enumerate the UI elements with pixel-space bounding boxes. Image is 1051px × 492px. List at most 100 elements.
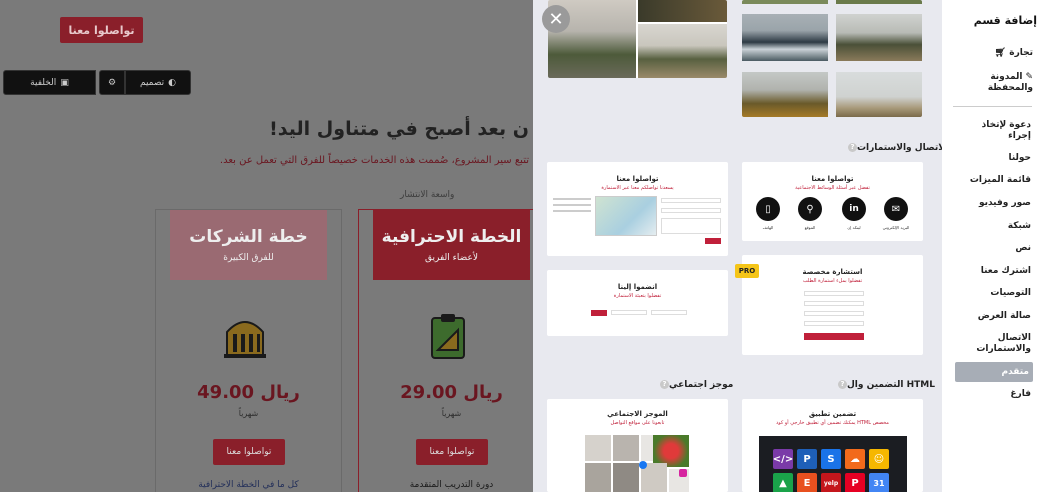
sidebar-item-contact-forms[interactable]: الاتصال والاستمارات (961, 333, 1031, 355)
sidebar-item-grid[interactable]: شبكة (1008, 221, 1031, 232)
facebook-icon (639, 461, 647, 469)
form-field (804, 301, 864, 306)
sidebar-item-blog[interactable]: ✎ المدونة والمحفظة (963, 72, 1033, 94)
sidebar-item-label: حولنا (1008, 153, 1031, 163)
app-icon: ▲ (773, 473, 793, 492)
gallery-thumb-right[interactable] (742, 0, 922, 117)
sea-photo (742, 14, 828, 61)
gallery-thumb-left[interactable] (548, 0, 727, 78)
avatar-app-icon: ☺ (869, 449, 889, 469)
design-icon: ◐ (168, 77, 177, 88)
close-button[interactable]: ✕ (542, 5, 570, 33)
cactus-photo (836, 72, 922, 117)
form-field (661, 198, 721, 203)
design-label: تصميم (139, 77, 165, 88)
landscape-photo (638, 24, 727, 78)
embed-app-card[interactable]: تضمين تطبيق يمكنك تضمين أي تطبيق خارجي أ… (742, 399, 923, 492)
settings-gear-button[interactable]: ⚙ (99, 70, 125, 95)
calendar-icon: 31 (869, 473, 889, 492)
design-button[interactable]: تصميم ◐ (125, 70, 191, 95)
feed-photo (613, 463, 639, 492)
etsy-icon: E (797, 473, 817, 492)
card-subtitle: يمكنك تضمين أي تطبيق خارجي أو كود HTML م… (776, 420, 889, 426)
sidebar-item-cta[interactable]: دعوة لإتخاذ إجراء (961, 120, 1031, 142)
feed-photo (585, 463, 611, 492)
yelp-icon: yelp (821, 473, 841, 492)
feed-photo (585, 435, 611, 461)
bg-contact-button: تواصلوا معنا (60, 17, 143, 43)
help-icon[interactable]: ? (660, 380, 669, 389)
forest-photo (742, 72, 828, 117)
submit-mini (705, 238, 721, 244)
sidebar-item-features[interactable]: قائمة الميزات (970, 175, 1031, 186)
plan-extra: دورة التدريب المتقدمة (409, 480, 494, 490)
sidebar-item-gallery[interactable]: صالة العرض (978, 311, 1031, 322)
icon-label: البريد الإلكتروني (882, 225, 910, 230)
sidebar-item-label: نص (1015, 243, 1031, 253)
plan-subtitle: لأعضاء الفريق (425, 253, 478, 263)
sidebar-item-commerce[interactable]: تجارة 🛒︎ (995, 48, 1033, 59)
image-icon: ▣ (60, 77, 69, 88)
soundcloud-icon: ☁ (845, 449, 865, 469)
sidebar-item-label: صالة العرض (977, 311, 1031, 321)
sidebar-item-advanced[interactable]: متقدم (955, 362, 1033, 382)
form-field (804, 291, 864, 296)
background-button[interactable]: الخلفية ▣ (3, 70, 96, 95)
sidebar-item-label: متقدم (1001, 366, 1029, 377)
custom-consult-card[interactable]: استشارة مخصصة تفضلوا بملء استمارة الطلب (742, 255, 923, 355)
submit-mini (804, 333, 864, 340)
sidebar-item-testimonials[interactable]: التوصيات (990, 288, 1031, 299)
sidebar-title: إضافة قسم (973, 14, 1037, 27)
sidebar-item-label: اشترك معنا (980, 266, 1031, 276)
card-subtitle: تفضلوا بملء استمارة الطلب (802, 278, 863, 284)
help-icon[interactable]: ? (848, 143, 857, 152)
gear-icon: ⚙ (107, 77, 117, 88)
linkedin-icon: in (842, 197, 866, 221)
clipboard-icon (431, 314, 465, 359)
sidebar-divider (953, 106, 1032, 107)
pinterest-icon: P (845, 473, 865, 492)
background-label: الخلفية (30, 77, 57, 88)
sidebar-item-label: صور وفيديو (978, 198, 1031, 208)
sidebar-item-subscribe[interactable]: اشترك معنا (981, 266, 1031, 277)
section-toolbar: الخلفية ▣ ⚙ تصميم ◐ (3, 70, 191, 95)
cart-icon: 🛒︎ (994, 48, 1007, 58)
building-icon (224, 321, 266, 358)
join-us-card[interactable]: انضموا إلينا تفضلوا بتعبئة الاستمارة (547, 270, 728, 336)
sidebar-item-about[interactable]: حولنا (1008, 153, 1031, 164)
map-image (595, 196, 657, 236)
contact-icons-card[interactable]: تواصلوا معنا تفضل عبر أسئلة الوسائط الاج… (742, 162, 923, 241)
sidebar-item-media[interactable]: صور وفيديو (979, 198, 1031, 209)
sidebar-item-label: فارغ (1010, 389, 1031, 399)
plan-card-business: خطة الشركات للفرق الكبيرة 49.00 ريال شهر… (155, 209, 342, 492)
card-title: تضمين تطبيق (808, 410, 857, 418)
help-icon[interactable]: ? (838, 380, 847, 389)
plan-subtitle: للفرق الكبيرة (223, 253, 274, 263)
card-subtitle: تفضلوا بتعبئة الاستمارة (613, 293, 662, 299)
phone-icon: ▯ (756, 197, 780, 221)
plan-card-pro: الخطة الاحترافية لأعضاء الفريق 29.00 ريا… (358, 209, 533, 492)
edit-icon: ✎ (1025, 72, 1033, 82)
plan-price: 49.00 ريال (197, 382, 300, 403)
sidebar-item-label: دعوة لإتخاذ إجراء (981, 120, 1031, 141)
sidebar-item-label: التوصيات (990, 288, 1031, 298)
icon-label: الموقع (804, 225, 816, 230)
sidebar-item-empty[interactable]: فارغ (1010, 389, 1031, 400)
section-title-contact: ? الاتصال والاستمارات (845, 143, 948, 153)
background-page: تواصلوا معنا الخلفية ▣ ⚙ تصميم ◐ ن بعد أ… (0, 0, 533, 492)
card-subtitle: يسعدنا تواصلكم معنا عبر الاستمارة (601, 185, 674, 191)
plan-contact-button: تواصلوا معنا (416, 439, 488, 465)
form-field (651, 310, 687, 315)
shop-icon: S (821, 449, 841, 469)
plan-period: شهرياً (238, 409, 259, 418)
landscape-photo (638, 0, 727, 22)
sidebar-item-label: شبكة (1007, 221, 1031, 231)
social-feed-card[interactable]: الموجز الاجتماعي تابعونا على مواقع التوا… (547, 399, 728, 492)
sidebar-item-text[interactable]: نص (1015, 243, 1031, 254)
plan-extra: كل ما في الخطة الاحترافية (198, 480, 299, 490)
plan-title: خطة الشركات (189, 227, 308, 247)
contact-map-card[interactable]: تواصلوا معنا يسعدنا تواصلكم معنا عبر الا… (547, 162, 728, 256)
sidebar-item-label: تجارة (1009, 48, 1033, 58)
section-title-social: ? موجز اجتماعي (657, 380, 733, 390)
plan-header: الخطة الاحترافية لأعضاء الفريق (373, 210, 530, 280)
